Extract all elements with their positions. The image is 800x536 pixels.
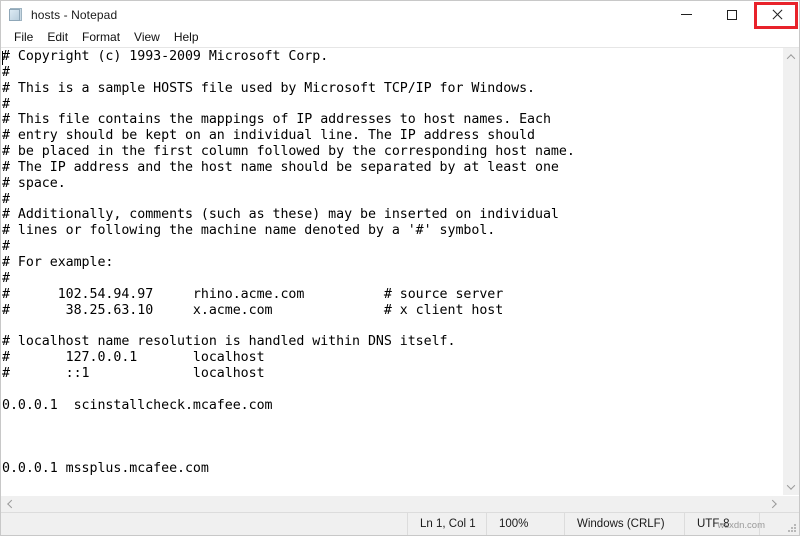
menu-bar: File Edit Format View Help (1, 28, 799, 48)
chevron-left-icon (6, 499, 16, 509)
site-watermark: wsxdn.com (717, 520, 765, 531)
status-cursor-position: Ln 1, Col 1 (407, 513, 486, 535)
chevron-up-icon (786, 53, 796, 63)
menu-item-help[interactable]: Help (167, 29, 206, 46)
chevron-right-icon (767, 499, 777, 509)
resize-grip[interactable] (788, 524, 797, 533)
title-bar[interactable]: hosts - Notepad (1, 1, 799, 29)
close-button[interactable] (754, 1, 799, 28)
minimize-icon (681, 14, 692, 15)
vertical-scrollbar[interactable] (782, 48, 799, 495)
menu-item-format[interactable]: Format (75, 29, 127, 46)
scroll-right-button[interactable] (765, 496, 782, 513)
editor-text[interactable]: # Copyright (c) 1993-2009 Microsoft Corp… (2, 49, 782, 477)
status-bar: Ln 1, Col 1 100% Windows (CRLF) UTF-8 ws… (1, 512, 799, 535)
status-bar-spacer (1, 513, 407, 535)
scrollbar-corner (782, 495, 799, 513)
maximize-icon (726, 9, 737, 20)
minimize-button[interactable] (664, 1, 709, 28)
text-editor[interactable]: # Copyright (c) 1993-2009 Microsoft Corp… (1, 48, 782, 495)
window-title: hosts - Notepad (31, 7, 118, 22)
close-icon (771, 9, 783, 21)
caption-buttons (664, 1, 799, 28)
status-line-ending: Windows (CRLF) (564, 513, 684, 535)
scroll-down-button[interactable] (783, 478, 800, 495)
menu-item-file[interactable]: File (7, 29, 40, 46)
chevron-down-icon (786, 480, 796, 490)
menu-item-edit[interactable]: Edit (40, 29, 75, 46)
menu-item-view[interactable]: View (127, 29, 167, 46)
status-watermark-cell (759, 513, 799, 535)
scroll-up-button[interactable] (783, 48, 800, 65)
horizontal-scrollbar[interactable] (1, 495, 799, 513)
editor-area: # Copyright (c) 1993-2009 Microsoft Corp… (1, 48, 799, 495)
title-bar-left: hosts - Notepad (1, 7, 664, 23)
scroll-left-button[interactable] (1, 496, 18, 513)
notepad-icon (8, 7, 24, 23)
status-zoom-level[interactable]: 100% (486, 513, 564, 535)
notepad-window: hosts - Notepad File Edit Format View He… (0, 0, 800, 536)
maximize-button[interactable] (709, 1, 754, 28)
